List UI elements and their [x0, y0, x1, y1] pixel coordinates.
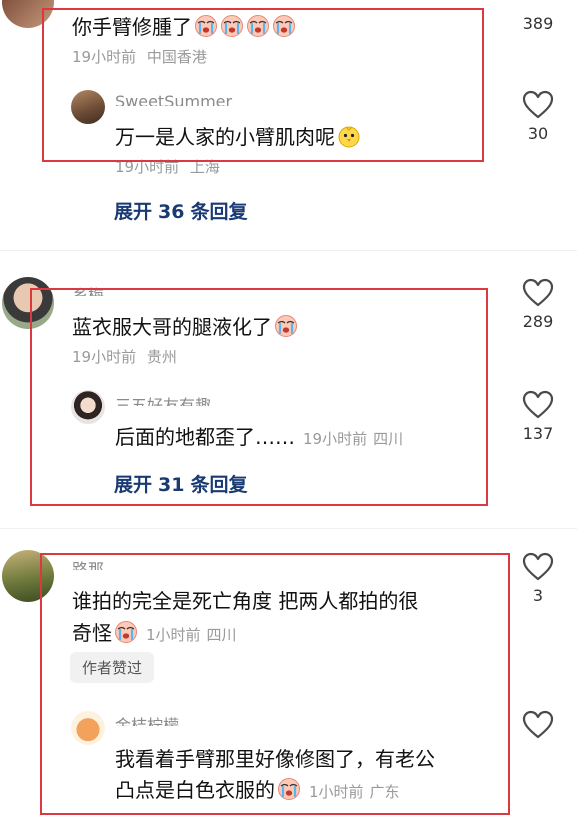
- expand-replies-link[interactable]: 展开 36 条回复: [114, 197, 247, 224]
- like-button[interactable]: 289: [518, 278, 558, 331]
- divider: [0, 250, 577, 251]
- like-button[interactable]: 389: [518, 0, 558, 33]
- reply-like-button[interactable]: 30: [518, 90, 558, 143]
- highlight-box: [42, 8, 484, 162]
- heart-outline-icon: [522, 278, 554, 308]
- highlight-box: [40, 553, 510, 815]
- reply-like-button[interactable]: [518, 710, 558, 740]
- heart-outline-icon: [522, 552, 554, 582]
- heart-outline-icon: [522, 390, 554, 420]
- heart-outline-icon: [522, 710, 554, 740]
- like-button[interactable]: 3: [518, 552, 558, 605]
- reply-like-count: 137: [522, 424, 554, 443]
- divider: [0, 528, 577, 529]
- like-count: 289: [522, 312, 554, 331]
- reply-like-button[interactable]: 137: [518, 390, 558, 443]
- like-count: 3: [532, 586, 544, 605]
- like-count: 389: [522, 14, 554, 33]
- highlight-box: [30, 288, 488, 506]
- heart-outline-icon: [522, 90, 554, 120]
- reply-like-count: 30: [527, 124, 549, 143]
